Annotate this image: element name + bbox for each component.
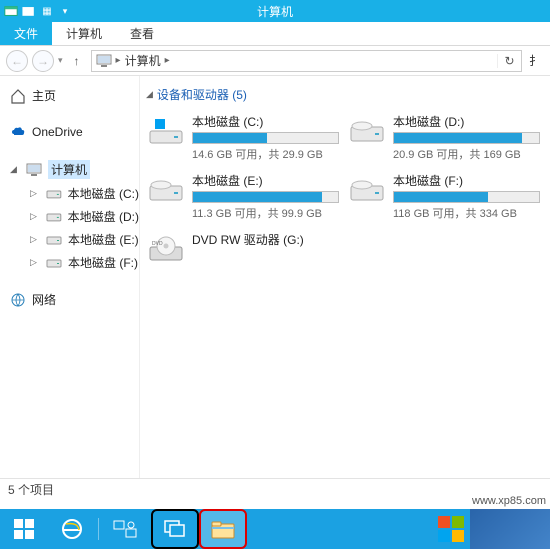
sidebar-item-label: 本地磁盘 (E:) <box>68 231 139 248</box>
breadcrumb-location[interactable]: 计算机 <box>125 52 161 69</box>
taskbar <box>0 509 550 549</box>
sidebar-item-label: OneDrive <box>32 125 83 139</box>
watermark-badge <box>470 509 550 549</box>
tree-expand-icon[interactable]: ▷ <box>30 188 40 199</box>
drive-capacity-fill <box>394 133 522 143</box>
tree-expand-icon[interactable]: ▷ <box>30 234 40 245</box>
sidebar-item-drive-d[interactable]: ▷ 本地磁盘 (D:) <box>10 205 139 228</box>
tab-file[interactable]: 文件 <box>0 22 52 45</box>
computer-icon <box>96 54 112 68</box>
drive-capacity-bar <box>192 191 339 203</box>
navigation-pane: 主页 OneDrive ◢ 计算机 ▷ 本地磁盘 (C:) <box>0 76 140 500</box>
qat-properties-icon[interactable]: ▦ <box>40 4 54 18</box>
drive-capacity-fill <box>394 192 488 202</box>
section-collapse-icon[interactable]: ◢ <box>146 89 153 100</box>
ms-logo-icon <box>438 516 464 542</box>
sidebar-item-onedrive[interactable]: OneDrive <box>10 121 139 143</box>
nav-up-button[interactable]: ↑ <box>67 51 87 71</box>
taskbar-item-taskview[interactable] <box>151 509 199 549</box>
os-drive-icon <box>148 113 184 149</box>
window-titlebar: ▦ ▾ 计算机 <box>0 0 550 22</box>
section-title: 设备和驱动器 (5) <box>157 86 247 103</box>
hdd-icon <box>349 113 385 149</box>
sidebar-item-drive-f[interactable]: ▷ 本地磁盘 (F:) <box>10 251 139 274</box>
sidebar-item-label: 计算机 <box>48 160 90 179</box>
hdd-icon <box>46 255 62 271</box>
drive-stats: 14.6 GB 可用，共 29.9 GB <box>192 146 339 162</box>
nav-history-dropdown[interactable]: ▾ <box>58 55 63 66</box>
qat-dropdown-icon[interactable]: ▾ <box>58 4 72 18</box>
navigation-bar: ← → ▾ ↑ ▸ 计算机 ▸ ↻ 扌 <box>0 46 550 76</box>
status-bar: 5 个项目 <box>0 478 550 500</box>
start-button[interactable] <box>0 509 48 549</box>
sidebar-item-computer[interactable]: ◢ 计算机 <box>10 157 139 182</box>
sidebar-item-label: 本地磁盘 (F:) <box>68 254 138 271</box>
watermark-url: www.xp85.com <box>472 495 546 507</box>
svg-text:DVD: DVD <box>152 241 163 247</box>
drive-capacity-bar <box>393 132 540 144</box>
sidebar-item-label: 本地磁盘 (C:) <box>68 185 139 202</box>
hdd-icon <box>46 232 62 248</box>
drive-capacity-bar <box>393 191 540 203</box>
drive-item-f[interactable]: 本地磁盘 (F:) 118 GB 可用，共 334 GB <box>347 170 542 223</box>
hdd-icon <box>46 209 62 225</box>
tree-collapse-icon[interactable]: ◢ <box>10 164 20 175</box>
drive-capacity-fill <box>193 133 267 143</box>
drive-name: 本地磁盘 (E:) <box>192 172 339 189</box>
taskbar-item-explorer[interactable] <box>199 509 247 549</box>
tab-computer[interactable]: 计算机 <box>52 22 116 45</box>
breadcrumb-separator-end[interactable]: ▸ <box>165 55 170 66</box>
drive-name: DVD RW 驱动器 (G:) <box>192 231 339 248</box>
taskbar-separator <box>98 518 99 540</box>
hdd-icon <box>46 186 62 202</box>
drive-item-e[interactable]: 本地磁盘 (E:) 11.3 GB 可用，共 99.9 GB <box>146 170 341 223</box>
window-title: 计算机 <box>257 3 293 20</box>
drive-stats: 20.9 GB 可用，共 169 GB <box>393 146 540 162</box>
sidebar-item-drive-e[interactable]: ▷ 本地磁盘 (E:) <box>10 228 139 251</box>
drive-capacity-fill <box>193 192 322 202</box>
hdd-icon <box>349 172 385 208</box>
sidebar-item-label: 主页 <box>32 87 56 104</box>
home-icon <box>10 88 26 104</box>
drive-stats: 118 GB 可用，共 334 GB <box>393 205 540 221</box>
sidebar-item-label: 网络 <box>32 291 56 308</box>
nav-forward-button[interactable]: → <box>32 50 54 72</box>
ribbon-tabs: 文件 计算机 查看 <box>0 22 550 46</box>
sidebar-item-drive-c[interactable]: ▷ 本地磁盘 (C:) <box>10 182 139 205</box>
network-icon <box>10 292 26 308</box>
drive-capacity-bar <box>192 132 339 144</box>
drive-name: 本地磁盘 (C:) <box>192 113 339 130</box>
computer-icon <box>26 162 42 178</box>
drive-name: 本地磁盘 (D:) <box>393 113 540 130</box>
dvd-drive-icon: DVD <box>148 231 184 267</box>
drive-stats: 11.3 GB 可用，共 99.9 GB <box>192 205 339 221</box>
section-header-devices[interactable]: ◢ 设备和驱动器 (5) <box>146 86 544 103</box>
taskbar-item-ie[interactable] <box>48 509 96 549</box>
drive-name: 本地磁盘 (F:) <box>393 172 540 189</box>
drive-item-c[interactable]: 本地磁盘 (C:) 14.6 GB 可用，共 29.9 GB <box>146 111 341 164</box>
status-item-count: 5 个项目 <box>8 481 54 498</box>
breadcrumb-separator[interactable]: ▸ <box>116 55 121 66</box>
sidebar-item-home[interactable]: 主页 <box>10 84 139 107</box>
search-button[interactable]: 扌 <box>526 52 544 69</box>
tree-expand-icon[interactable]: ▷ <box>30 257 40 268</box>
refresh-button[interactable]: ↻ <box>497 54 517 68</box>
tab-view[interactable]: 查看 <box>116 22 168 45</box>
nav-back-button[interactable]: ← <box>6 50 28 72</box>
hdd-icon <box>148 172 184 208</box>
onedrive-icon <box>10 124 26 140</box>
drive-item-g[interactable]: DVD DVD RW 驱动器 (G:) <box>146 229 341 269</box>
sidebar-item-network[interactable]: 网络 <box>10 288 139 311</box>
drive-item-d[interactable]: 本地磁盘 (D:) 20.9 GB 可用，共 169 GB <box>347 111 542 164</box>
address-bar[interactable]: ▸ 计算机 ▸ ↻ <box>91 50 522 72</box>
content-pane: ◢ 设备和驱动器 (5) 本地磁盘 (C:) 14.6 GB 可用，共 29.9… <box>140 76 550 500</box>
sidebar-item-label: 本地磁盘 (D:) <box>68 208 139 225</box>
tree-expand-icon[interactable]: ▷ <box>30 211 40 222</box>
qat-newfolder-icon[interactable] <box>22 4 36 18</box>
app-icon <box>4 4 18 18</box>
taskbar-item-settings[interactable] <box>101 509 149 549</box>
